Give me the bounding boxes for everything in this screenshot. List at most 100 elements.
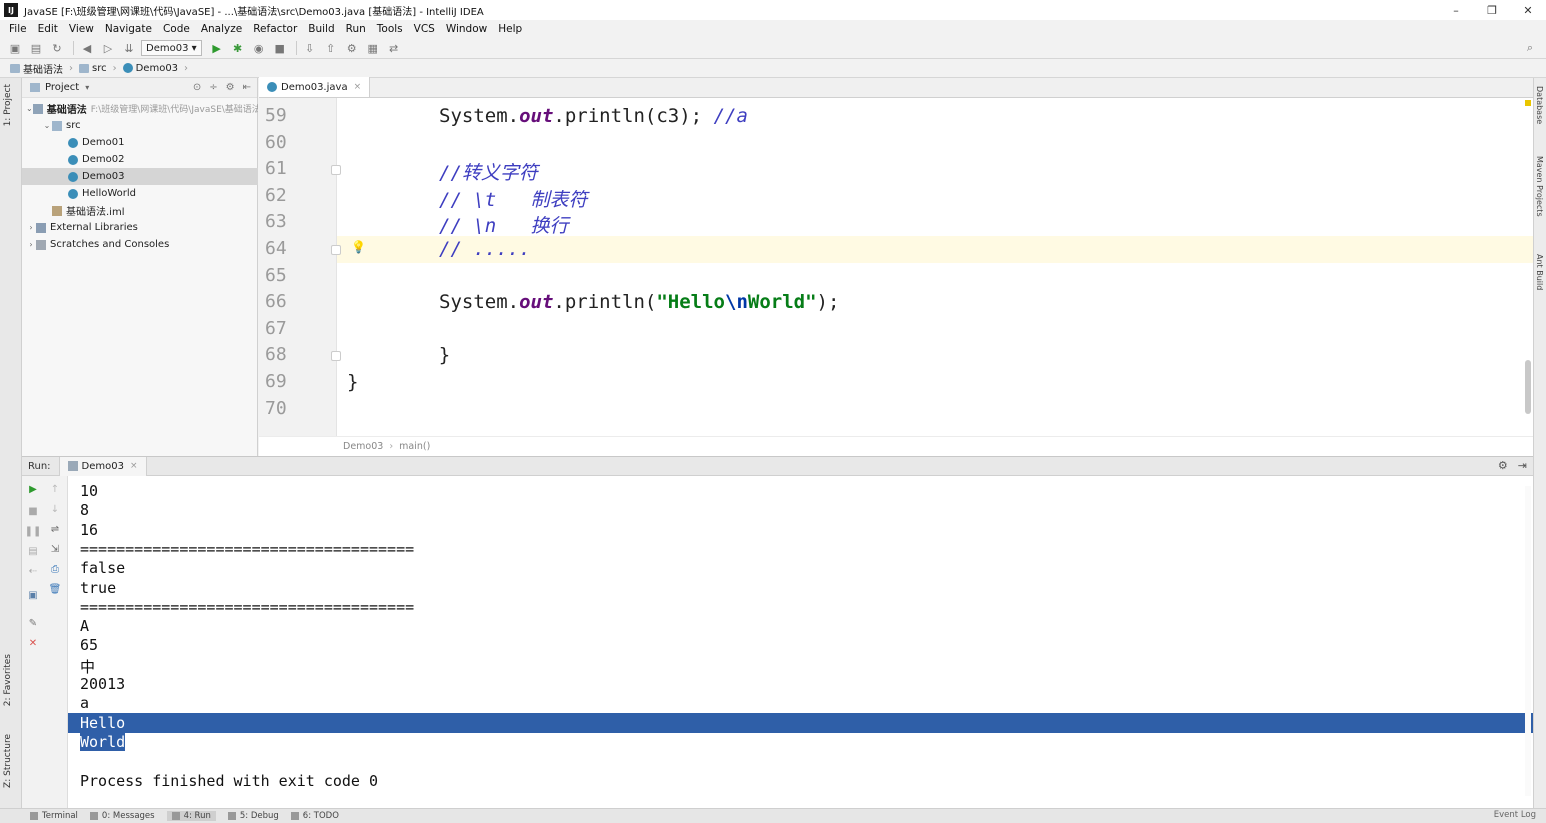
collapse-icon[interactable]: ÷ <box>209 82 217 93</box>
structure-tool-tab[interactable]: Z: Structure <box>3 734 13 788</box>
sync-icon[interactable]: ↻ <box>48 40 66 56</box>
menu-refactor[interactable]: Refactor <box>253 23 297 35</box>
close-button[interactable]: ✕ <box>1510 0 1546 20</box>
code-line[interactable]: // \t 制表符 <box>259 183 1533 211</box>
fold-marker-icon[interactable] <box>331 165 341 176</box>
expand-arrow-icon[interactable]: › <box>26 223 36 232</box>
up-arrow-icon[interactable]: ↑ <box>48 482 62 496</box>
tree-item[interactable]: › External Libraries <box>22 219 258 236</box>
database-tool-tab[interactable]: Database <box>1535 86 1544 124</box>
close-run-tab-icon[interactable]: × <box>130 461 138 471</box>
code-line[interactable]: } <box>259 369 1533 396</box>
console-output[interactable]: 10 8 16 ===================================… <box>68 476 1533 808</box>
sync-project-icon[interactable]: ⇄ <box>385 40 403 56</box>
tree-item[interactable]: HelloWorld <box>22 185 258 202</box>
hide-run-panel-icon[interactable]: ⇥ <box>1518 459 1527 472</box>
code-line[interactable] <box>259 396 1533 423</box>
menu-help[interactable]: Help <box>498 23 522 35</box>
run-configuration-select[interactable]: Demo03 ▾ <box>141 40 202 56</box>
tree-item[interactable]: ⌄ src <box>22 117 258 134</box>
rerun-icon[interactable]: ▶ <box>26 482 40 496</box>
tree-item[interactable]: Demo01 <box>22 134 258 151</box>
console-scrollbar[interactable] <box>1525 486 1531 796</box>
menu-analyze[interactable]: Analyze <box>201 23 242 35</box>
bottom-tab-todo[interactable]: 6: TODO <box>290 811 339 821</box>
close-tab-icon[interactable]: × <box>354 82 362 92</box>
scroll-to-end-icon[interactable]: ⇲ <box>48 542 62 556</box>
code-line[interactable]: //转义字符 <box>259 156 1533 184</box>
minimize-button[interactable]: – <box>1438 0 1474 20</box>
code-line[interactable]: // \n 换行 <box>259 209 1533 237</box>
bottom-tab-terminal[interactable]: Terminal <box>30 811 78 821</box>
breadcrumb-src[interactable]: src › <box>79 63 117 74</box>
gear-icon[interactable]: ⚙ <box>1498 459 1508 472</box>
project-tool-tab[interactable]: 1: Project <box>3 84 13 126</box>
code-line[interactable]: System.out.println(c3); //a <box>259 103 1533 130</box>
back-icon[interactable]: ◀ <box>78 40 96 56</box>
locate-icon[interactable]: ⊙ <box>193 82 201 93</box>
fold-marker-icon[interactable] <box>331 351 341 362</box>
forward-icon[interactable]: ▷ <box>99 40 117 56</box>
project-panel-title[interactable]: Project <box>45 82 79 93</box>
tree-item[interactable]: Demo02 <box>22 151 258 168</box>
expand-arrow-icon[interactable]: ⌄ <box>26 104 33 113</box>
save-all-icon[interactable]: ▤ <box>27 40 45 56</box>
menu-code[interactable]: Code <box>163 23 190 35</box>
run-icon[interactable]: ▶ <box>208 40 226 56</box>
build-icon[interactable]: ⇊ <box>120 40 138 56</box>
search-icon[interactable]: ⌕ <box>1521 40 1539 56</box>
gear-icon[interactable]: ⚙ <box>226 82 235 93</box>
restore-layout-icon[interactable]: ▣ <box>26 588 40 602</box>
code-line[interactable]: System.out.println("Hello\nWorld"); <box>259 289 1533 316</box>
expand-arrow-icon[interactable]: ⌄ <box>42 121 52 130</box>
coverage-icon[interactable]: ◉ <box>250 40 268 56</box>
close-icon[interactable]: ✕ <box>26 636 40 650</box>
tree-item[interactable]: › Scratches and Consoles <box>22 236 258 253</box>
run-tab-demo03[interactable]: Demo03 × <box>58 456 147 476</box>
breadcrumb-class[interactable]: Demo03 › <box>122 63 188 74</box>
bottom-tab-messages[interactable]: 0: Messages <box>89 811 155 821</box>
pause-icon[interactable]: ❚❚ <box>25 524 42 538</box>
ant-tool-tab[interactable]: Ant Build <box>1535 254 1544 290</box>
dump-threads-icon[interactable]: ▤ <box>26 544 40 558</box>
pin-icon[interactable]: ✎ <box>26 616 40 630</box>
editor-crumb-method[interactable]: main() <box>399 441 430 452</box>
code-line[interactable]: // ..... <box>259 236 1533 263</box>
trash-icon[interactable]: 🗑 <box>48 582 62 596</box>
editor-scrollbar[interactable] <box>1525 360 1531 414</box>
print-icon[interactable]: ⎙ <box>48 562 62 576</box>
soft-wrap-icon[interactable]: ⇌ <box>48 522 62 536</box>
down-arrow-icon[interactable]: ↓ <box>48 502 62 516</box>
maximize-button[interactable]: ❐ <box>1474 0 1510 20</box>
menu-vcs[interactable]: VCS <box>414 23 435 35</box>
code-line[interactable] <box>259 316 1533 343</box>
menu-tools[interactable]: Tools <box>377 23 403 35</box>
stop-icon[interactable]: ■ <box>271 40 289 56</box>
debug-icon[interactable]: ✱ <box>229 40 247 56</box>
project-structure-icon[interactable]: ⚙ <box>343 40 361 56</box>
code-line[interactable] <box>259 130 1533 157</box>
breadcrumb-module[interactable]: 基础语法 › <box>10 61 73 76</box>
bottom-tab-run[interactable]: 4: Run <box>166 811 216 821</box>
expand-arrow-icon[interactable]: › <box>26 240 36 249</box>
menu-build[interactable]: Build <box>308 23 334 35</box>
event-log-button[interactable]: Event Log <box>1494 810 1536 820</box>
fold-marker-icon[interactable] <box>331 245 341 255</box>
favorites-tool-tab[interactable]: 2: Favorites <box>3 654 13 706</box>
menu-file[interactable]: File <box>9 23 27 35</box>
menu-run[interactable]: Run <box>346 23 366 35</box>
chevron-down-icon[interactable]: ▾ <box>85 83 89 92</box>
editor-crumb-class[interactable]: Demo03 <box>343 441 383 452</box>
exit-icon[interactable]: ⇠ <box>26 564 40 578</box>
maven-tool-tab[interactable]: Maven Projects <box>1535 156 1544 217</box>
tree-item[interactable]: 基础语法.iml <box>22 202 258 219</box>
sdk-manager-icon[interactable]: ▦ <box>364 40 382 56</box>
lightbulb-icon[interactable]: 💡 <box>351 240 366 254</box>
stop-icon[interactable]: ■ <box>26 504 40 518</box>
open-folder-icon[interactable]: ▣ <box>6 40 24 56</box>
editor-tab-demo03[interactable]: Demo03.java × <box>259 77 371 97</box>
vcs-commit-icon[interactable]: ⇧ <box>322 40 340 56</box>
menu-edit[interactable]: Edit <box>38 23 58 35</box>
code-area[interactable]: System.out.println(c3); //a //转义字符// \t 制… <box>259 98 1533 436</box>
menu-view[interactable]: View <box>69 23 94 35</box>
